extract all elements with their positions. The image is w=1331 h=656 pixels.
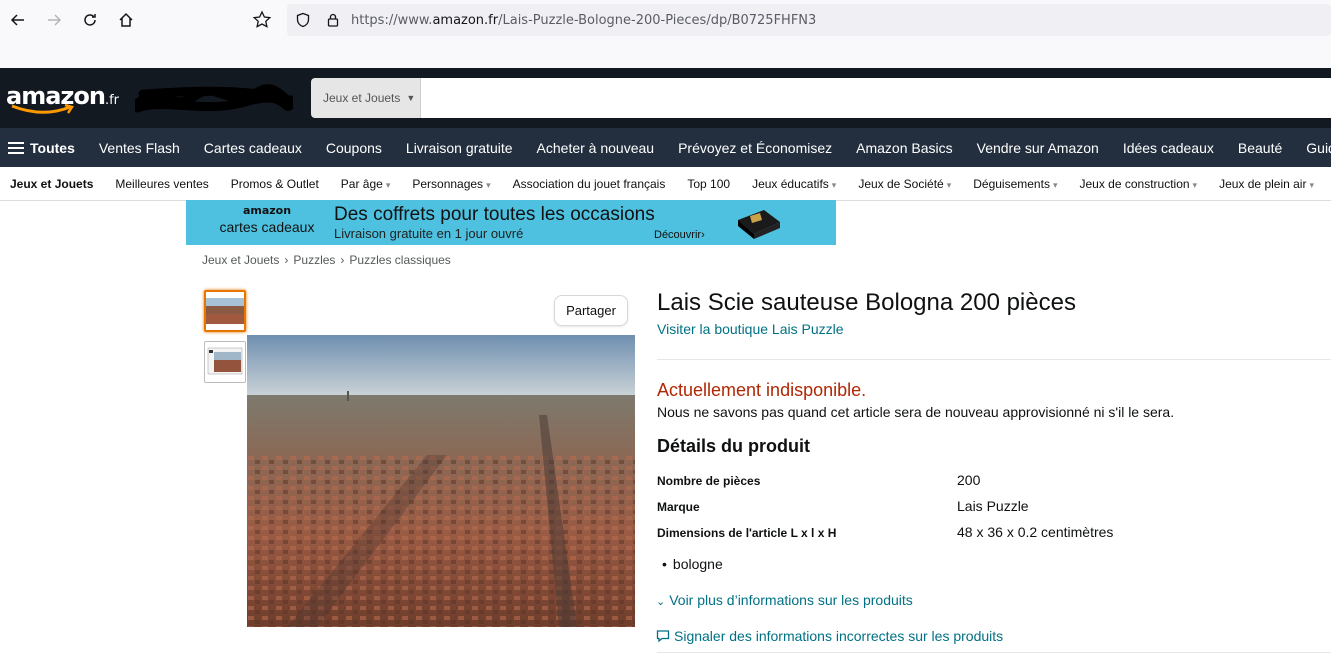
detail-row: Nombre de pièces 200 <box>657 472 1277 492</box>
nav-item[interactable]: Coupons <box>314 140 394 156</box>
fade-overlay <box>657 574 1057 590</box>
subnav-item[interactable]: Jeux de construction <box>1068 177 1208 191</box>
nav-item[interactable]: Acheter à nouveau <box>525 140 667 156</box>
product-thumbnail[interactable] <box>204 290 246 332</box>
subnav-item[interactable]: Association du jouet français <box>502 177 677 191</box>
availability-message: Nous ne savons pas quand cet article ser… <box>657 404 1175 420</box>
breadcrumb-item[interactable]: Puzzles <box>293 253 335 267</box>
detail-row: Dimensions de l'article L x l x H 48 x 3… <box>657 524 1277 544</box>
speech-bubble-icon <box>656 630 670 643</box>
caret-down-icon: ▼ <box>406 93 416 103</box>
breadcrumb-separator: › <box>284 253 289 267</box>
detail-value: 200 <box>957 472 981 488</box>
subnav-item[interactable]: Promos & Outlet <box>220 177 330 191</box>
subnav-item[interactable]: Jeux et Jouets <box>0 177 104 191</box>
category-subnav: Jeux et Jouets Meilleures ventes Promos … <box>0 167 1331 201</box>
subnav-item[interactable]: Déguisements <box>962 177 1068 191</box>
store-link[interactable]: Visiter la boutique Lais Puzzle <box>657 321 844 337</box>
bologna-aerial-image <box>247 335 635 627</box>
reload-button[interactable] <box>72 2 108 38</box>
subnav-item[interactable]: Jeux de plein air <box>1208 177 1325 191</box>
divider <box>657 359 1331 360</box>
nav-item[interactable]: Vendre sur Amazon <box>965 140 1111 156</box>
home-button[interactable] <box>108 2 144 38</box>
forward-button[interactable] <box>36 2 72 38</box>
subnav-item[interactable]: Meilleures ventes <box>104 177 219 191</box>
nav-item[interactable]: Amazon Basics <box>844 140 964 156</box>
banner-subtitle: Livraison gratuite en 1 jour ouvré <box>334 226 524 241</box>
subnav-item[interactable]: Jeux de Société <box>847 177 962 191</box>
browser-bookmarks-area <box>0 40 1331 68</box>
nav-item[interactable]: Ventes Flash <box>87 140 192 156</box>
amazon-smile-icon <box>11 104 74 114</box>
divider <box>657 652 1331 653</box>
all-menu-button[interactable]: Toutes <box>0 140 87 156</box>
city-thumbnail-image <box>206 292 244 330</box>
product-main-image[interactable] <box>247 335 635 627</box>
bookmark-star-icon[interactable] <box>252 10 272 30</box>
site-header: amazon.fr Jeux et Jouets ▼ <box>0 68 1331 128</box>
detail-key: Marque <box>657 500 700 514</box>
nav-item[interactable]: Idées cadeaux <box>1111 140 1226 156</box>
home-icon <box>119 12 133 27</box>
hamburger-icon <box>8 141 24 154</box>
redacted-scribble <box>135 84 293 113</box>
bullet-dot-icon: • <box>662 556 667 572</box>
product-thumbnail[interactable] <box>204 341 246 383</box>
chevron-down-icon: ⌄ <box>656 596 666 608</box>
search-category-select[interactable]: Jeux et Jouets ▼ <box>311 78 421 118</box>
nav-item[interactable]: Livraison gratuite <box>394 140 525 156</box>
detail-row: Marque Lais Puzzle <box>657 498 1277 518</box>
nav-item[interactable]: Prévoyez et Économisez <box>666 140 844 156</box>
back-button[interactable] <box>0 2 36 38</box>
subnav-item[interactable]: Jeux éducatifs <box>741 177 847 191</box>
box-thumbnail-image <box>205 342 245 382</box>
detail-value: 48 x 36 x 0.2 centimètres <box>957 524 1114 540</box>
see-more-link[interactable]: ⌄ Voir plus d’informations sur les produi… <box>656 592 913 608</box>
detail-key: Nombre de pièces <box>657 474 761 488</box>
nav-item[interactable]: Guide <box>1294 140 1331 156</box>
banner-title: Des coffrets pour toutes les occasions <box>334 204 655 225</box>
subnav-item[interactable]: Top 100 <box>676 177 741 191</box>
details-heading: Détails du produit <box>657 436 810 456</box>
arrow-right-icon <box>48 14 62 26</box>
arrow-left-icon <box>10 14 24 26</box>
lock-icon <box>327 13 339 27</box>
nav-item[interactable]: Beauté <box>1226 140 1294 156</box>
main-nav: Toutes Ventes Flash Cartes cadeaux Coupo… <box>0 128 1331 167</box>
shield-icon <box>296 12 310 28</box>
browser-toolbar: https://www.amazon.fr/Lais-Puzzle-Bologn… <box>0 0 1331 40</box>
breadcrumb-item[interactable]: Puzzles classiques <box>349 253 450 267</box>
url-text: https://www.amazon.fr/Lais-Puzzle-Bologn… <box>351 12 817 28</box>
breadcrumb: Jeux et Jouets › Puzzles › Puzzles classique… <box>202 253 451 267</box>
gift-box-icon <box>738 210 780 239</box>
subnav-item[interactable]: Personnages <box>401 177 501 191</box>
product-title: Lais Scie sauteuse Bologna 200 pièces <box>657 289 1076 316</box>
search-input[interactable] <box>421 78 1331 118</box>
detail-value: Lais Puzzle <box>957 498 1029 514</box>
availability-status: Actuellement indisponible. <box>657 380 867 400</box>
share-button[interactable]: Partager <box>554 295 628 326</box>
report-incorrect-info-link[interactable]: Signaler des informations incorrectes su… <box>656 628 1003 644</box>
detail-key: Dimensions de l'article L x l x H <box>657 526 837 540</box>
banner-cta[interactable]: Découvrir› <box>654 229 705 241</box>
breadcrumb-separator: › <box>340 253 345 267</box>
gift-card-logo: amazon cartes cadeaux <box>219 204 315 235</box>
subnav-item[interactable]: Par âge <box>330 177 402 191</box>
address-bar[interactable]: https://www.amazon.fr/Lais-Puzzle-Bologn… <box>287 4 1331 36</box>
reload-icon <box>84 14 96 26</box>
feature-bullet: • bologne <box>662 556 723 572</box>
breadcrumb-item[interactable]: Jeux et Jouets <box>202 253 279 267</box>
nav-item[interactable]: Cartes cadeaux <box>192 140 314 156</box>
gift-card-banner[interactable]: amazon cartes cadeaux Des coffrets pour … <box>186 200 836 245</box>
